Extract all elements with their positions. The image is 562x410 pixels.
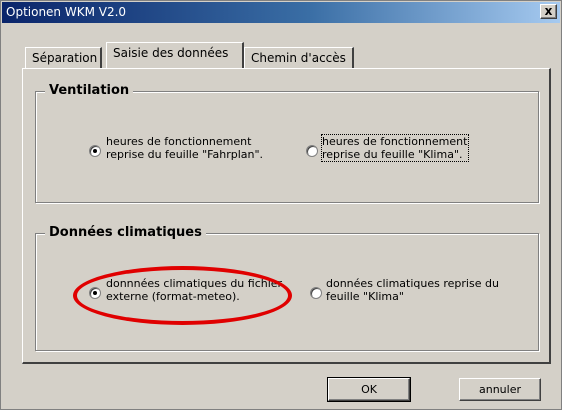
- annotation-highlight-ellipse: [73, 266, 292, 325]
- window-title: Optionen WKM V2.0: [6, 5, 127, 19]
- climate-klima-label-line1: données climatiques reprise du: [326, 277, 499, 290]
- climate-klima-label[interactable]: données climatiques reprise du feuille "…: [326, 277, 526, 303]
- ventilation-group-title: Ventilation: [45, 83, 134, 98]
- climate-klima-radio[interactable]: [310, 287, 322, 299]
- cancel-button[interactable]: annuler: [459, 378, 541, 401]
- close-icon: x: [544, 4, 553, 18]
- options-dialog: Optionen WKM V2.0 x Séparation Saisie de…: [0, 0, 562, 410]
- ventilation-klima-label[interactable]: heures de fonctionnement reprise du feui…: [321, 134, 469, 162]
- ventilation-fahrplan-radio[interactable]: [89, 145, 101, 157]
- ventilation-klima-label-line1: heures de fonctionnement: [322, 135, 468, 148]
- ventilation-fahrplan-label-line1: heures de fonctionnement: [106, 135, 252, 148]
- ventilation-group: Ventilation heures de fonctionnement rep…: [35, 83, 539, 203]
- ventilation-klima-label-line2: reprise du feuille "Klima".: [322, 148, 463, 161]
- tab-separation[interactable]: Séparation: [25, 47, 102, 69]
- tab-chemin-acces-label: Chemin d'accès: [251, 51, 346, 65]
- tab-chemin-acces[interactable]: Chemin d'accès: [244, 47, 354, 69]
- ventilation-fahrplan-label[interactable]: heures de fonctionnement reprise du feui…: [106, 135, 266, 161]
- tab-panel: Ventilation heures de fonctionnement rep…: [22, 68, 551, 364]
- close-button[interactable]: x: [540, 4, 557, 19]
- tab-saisie-des-donnees-label: Saisie des données: [113, 46, 229, 60]
- climate-klima-label-line2: feuille "Klima": [326, 290, 404, 303]
- tab-saisie-des-donnees[interactable]: Saisie des données: [106, 42, 244, 68]
- tab-separation-label: Séparation: [32, 51, 98, 65]
- ventilation-fahrplan-label-line2: reprise du feuille "Fahrplan".: [106, 148, 264, 161]
- title-bar[interactable]: Optionen WKM V2.0 x: [2, 2, 560, 23]
- ventilation-klima-radio[interactable]: [306, 145, 318, 157]
- ok-button[interactable]: OK: [327, 377, 411, 402]
- climate-data-group-title: Données climatiques: [45, 225, 206, 240]
